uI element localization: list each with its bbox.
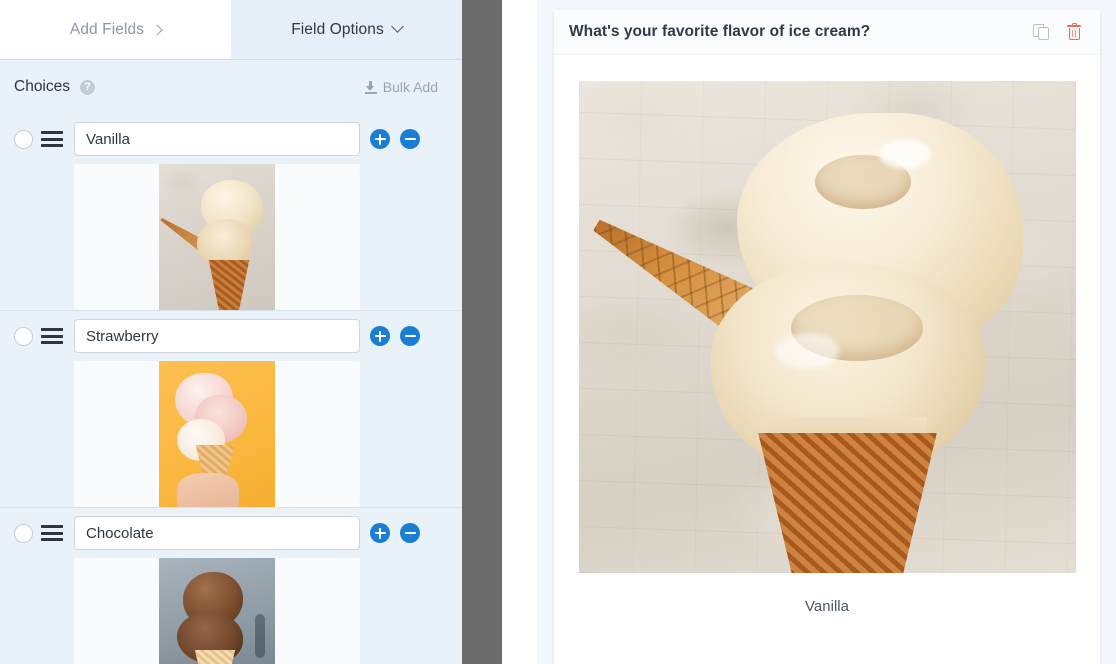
- duplicate-icon[interactable]: [1030, 20, 1054, 44]
- add-choice-button[interactable]: [370, 326, 390, 346]
- drag-handle-icon[interactable]: [41, 327, 63, 346]
- form-builder-app: Add Fields Field Options Choices ? Bulk …: [0, 0, 1116, 664]
- tab-add-fields[interactable]: Add Fields: [0, 0, 231, 59]
- remove-choice-button[interactable]: [400, 523, 420, 543]
- radio-button-icon[interactable]: [14, 523, 33, 543]
- field-question-label: What's your favorite flavor of ice cream…: [569, 23, 871, 40]
- choice-row: [0, 114, 462, 164]
- vanilla-preview-image[interactable]: [578, 81, 1076, 573]
- download-icon: [364, 80, 377, 94]
- choices-list: [0, 114, 462, 664]
- bulk-add-button[interactable]: Bulk Add: [364, 79, 438, 95]
- choice-item: [0, 508, 462, 664]
- tab-field-options-label: Field Options: [291, 20, 384, 38]
- tab-add-fields-label: Add Fields: [69, 20, 145, 38]
- builder-tabs: Add Fields Field Options: [0, 0, 462, 60]
- chevron-right-icon: [151, 23, 163, 36]
- tab-field-options[interactable]: Field Options: [231, 0, 462, 59]
- field-options-panel: Add Fields Field Options Choices ? Bulk …: [0, 0, 462, 664]
- remove-choice-button[interactable]: [400, 326, 420, 346]
- drag-handle-icon[interactable]: [41, 524, 63, 543]
- add-choice-button[interactable]: [370, 523, 390, 543]
- trash-icon[interactable]: [1062, 20, 1086, 44]
- chevron-down-icon: [390, 20, 404, 33]
- vanilla-thumbnail-image: [159, 164, 275, 310]
- field-preview-header: What's your favorite flavor of ice cream…: [554, 10, 1100, 55]
- bulk-add-label: Bulk Add: [382, 79, 438, 95]
- choices-label: Choices: [14, 78, 70, 95]
- field-preview-card: What's your favorite flavor of ice cream…: [554, 10, 1100, 664]
- radio-button-icon[interactable]: [14, 129, 33, 149]
- panel-divider[interactable]: [462, 0, 502, 664]
- choice-label-input[interactable]: [74, 319, 360, 353]
- choice-item: [0, 114, 462, 311]
- add-choice-button[interactable]: [370, 129, 390, 149]
- choice-label-input[interactable]: [74, 122, 360, 156]
- choice-item: [0, 311, 462, 508]
- choice-row: [0, 311, 462, 361]
- choice-label-input[interactable]: [74, 516, 360, 550]
- field-actions: [1030, 20, 1086, 44]
- image-choice-caption: Vanilla: [805, 598, 849, 615]
- choice-image-preview[interactable]: [74, 164, 360, 310]
- radio-button-icon[interactable]: [14, 326, 33, 346]
- strawberry-thumbnail-image: [159, 361, 275, 507]
- remove-choice-button[interactable]: [400, 129, 420, 149]
- drag-handle-icon[interactable]: [41, 130, 63, 149]
- choice-row: [0, 508, 462, 558]
- help-circle-icon[interactable]: ?: [80, 79, 95, 95]
- choices-section-header: Choices ? Bulk Add: [0, 60, 462, 114]
- preview-background: What's your favorite flavor of ice cream…: [537, 0, 1116, 664]
- field-preview-body: Vanilla: [554, 55, 1100, 641]
- choice-image-preview[interactable]: [74, 558, 360, 664]
- choice-image-preview[interactable]: [74, 361, 360, 507]
- form-preview-panel: What's your favorite flavor of ice cream…: [502, 0, 1116, 664]
- chocolate-thumbnail-image: [159, 558, 275, 664]
